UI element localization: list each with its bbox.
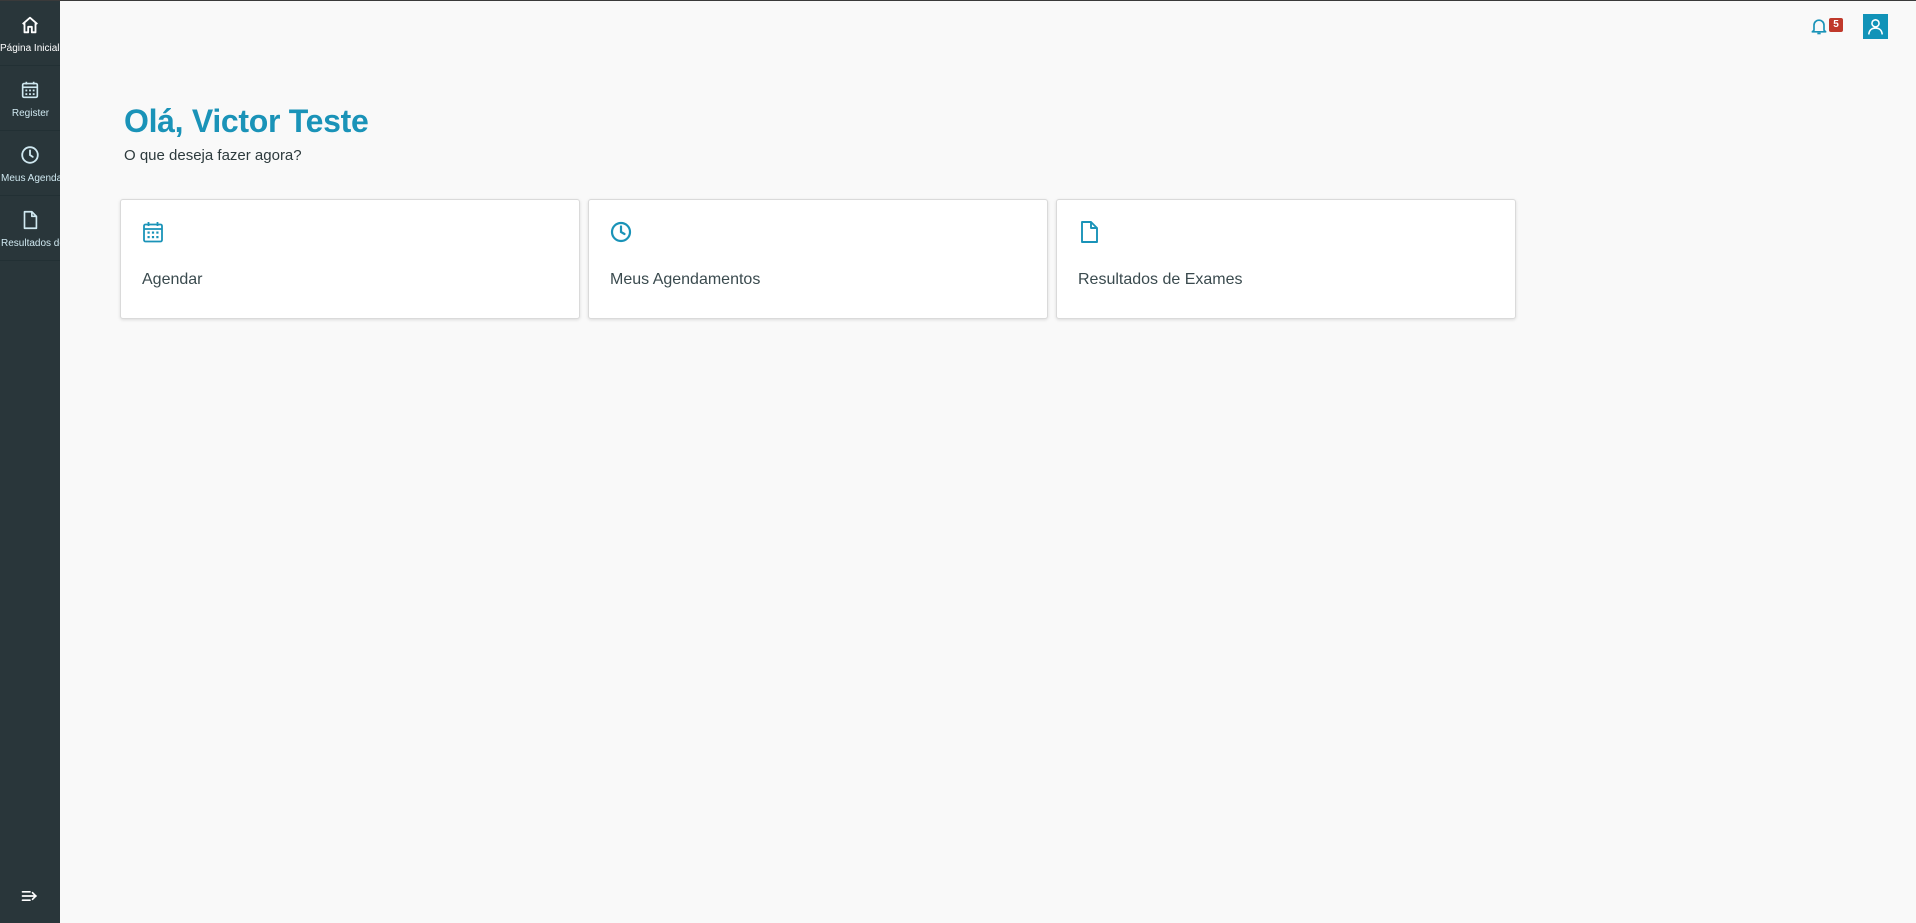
- header-actions: 5: [1809, 13, 1888, 39]
- card-label: Resultados de Exames: [1078, 271, 1243, 288]
- collapse-menu-icon: [21, 891, 38, 901]
- sidebar-item-label: Resultados de Exames: [1, 238, 60, 249]
- page-title: Olá, Victor Teste: [124, 103, 369, 139]
- card-resultados-exames[interactable]: Resultados de Exames: [1056, 199, 1516, 319]
- sidebar-item-home[interactable]: Página Inicial: [0, 1, 60, 66]
- collapse-menu-button[interactable]: [0, 876, 60, 916]
- sidebar-item-register[interactable]: Register: [0, 66, 60, 131]
- bell-icon: [1811, 19, 1827, 35]
- clock-icon: [21, 146, 39, 164]
- calendar-icon: [143, 222, 163, 243]
- sidebar: Página Inicial Register Meus Agendamento…: [0, 1, 60, 923]
- sidebar-item-meus-agendamentos[interactable]: Meus Agendamentos: [0, 131, 60, 196]
- sidebar-item-resultados[interactable]: Resultados de Exames: [0, 196, 60, 261]
- sidebar-item-label: Página Inicial: [0, 43, 60, 54]
- clock-icon: [610, 221, 632, 243]
- notifications-button[interactable]: 5: [1809, 13, 1843, 39]
- user-menu-button[interactable]: [1863, 13, 1888, 39]
- document-icon: [23, 210, 38, 230]
- card-meus-agendamentos[interactable]: Meus Agendamentos: [588, 199, 1048, 319]
- document-icon: [1081, 221, 1098, 243]
- home-icon: [22, 16, 38, 34]
- card-label: Meus Agendamentos: [610, 271, 761, 288]
- card-agendar[interactable]: Agendar: [120, 199, 580, 319]
- notification-count-badge: 5: [1829, 18, 1843, 32]
- page-subtitle: O que deseja fazer agora?: [124, 147, 302, 164]
- action-cards: Agendar Meus Agendamentos Resultados de …: [120, 199, 1516, 319]
- user-icon: [1867, 18, 1884, 35]
- sidebar-item-label: Meus Agendamentos: [1, 173, 60, 184]
- sidebar-item-label: Register: [11, 108, 50, 119]
- calendar-icon: [21, 81, 39, 99]
- card-label: Agendar: [142, 271, 203, 288]
